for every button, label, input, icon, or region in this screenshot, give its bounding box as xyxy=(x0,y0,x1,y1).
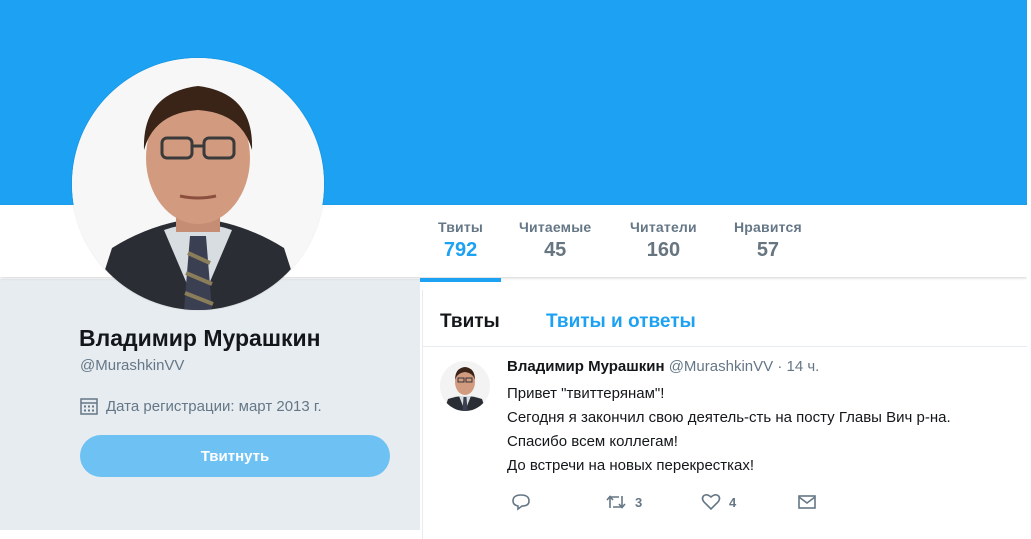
profile-handle[interactable]: @MurashkinVV xyxy=(80,357,184,374)
reply-button[interactable] xyxy=(511,493,531,511)
tweet-dot: · xyxy=(777,358,783,375)
tweet-text: Привет "твиттерянам"! Сегодня я закончил… xyxy=(507,382,951,478)
tweet-author[interactable]: Владимир Мурашкин xyxy=(507,358,665,375)
stat-tweets[interactable]: Твиты 792 xyxy=(419,219,502,282)
retweet-button[interactable]: 3 xyxy=(605,493,642,511)
profile-avatar[interactable] xyxy=(72,58,324,310)
like-icon xyxy=(701,493,721,511)
stat-following[interactable]: Читаемые 45 xyxy=(519,219,591,262)
tweet-header: Владимир Мурашкин @MurashkinVV · 14 ч. xyxy=(507,358,819,375)
tab-tweets-replies[interactable]: Твиты и ответы xyxy=(546,311,696,333)
stat-label: Читаемые xyxy=(519,219,592,235)
avatar-photo xyxy=(72,58,324,310)
tweet-line: Привет "твиттерянам"! xyxy=(507,385,665,402)
like-count: 4 xyxy=(729,494,737,510)
tweet-button[interactable]: Твитнуть xyxy=(80,435,390,477)
tweet-time[interactable]: 14 ч. xyxy=(786,358,819,375)
calendar-icon xyxy=(80,397,98,415)
retweet-icon xyxy=(605,493,627,511)
timeline: Твиты Твиты и ответы Владимир Мурашкин @… xyxy=(422,290,1028,539)
reply-icon xyxy=(511,493,531,511)
tab-tweets[interactable]: Твиты xyxy=(440,311,500,333)
stat-followers[interactable]: Читатели 160 xyxy=(630,219,697,262)
stat-label: Читатели xyxy=(630,219,697,235)
stat-label: Твиты xyxy=(438,219,484,235)
join-date: Дата регистрации: март 2013 г. xyxy=(80,397,322,415)
stat-value: 792 xyxy=(443,239,478,261)
join-date-text: Дата регистрации: март 2013 г. xyxy=(106,397,322,415)
page-edge xyxy=(1027,0,1031,539)
message-icon xyxy=(797,493,817,511)
tweet-handle[interactable]: @MurashkinVV xyxy=(669,358,773,375)
like-button[interactable]: 4 xyxy=(701,493,736,511)
timeline-divider xyxy=(423,346,1028,347)
tweet-line: Спасибо всем коллегам! xyxy=(507,433,678,450)
stat-value: 45 xyxy=(544,239,567,261)
stat-value: 57 xyxy=(756,239,780,261)
stat-value: 160 xyxy=(646,239,681,261)
tweet-line: До встречи на новых перекрестках! xyxy=(507,457,755,474)
stat-likes[interactable]: Нравится 57 xyxy=(734,219,802,262)
message-button[interactable] xyxy=(797,493,817,511)
profile-name[interactable]: Владимир Мурашкин xyxy=(79,325,321,352)
tweet-avatar[interactable] xyxy=(440,361,490,411)
retweet-count: 3 xyxy=(635,494,643,510)
tweet-line: Сегодня я закончил свою деятель-сть на п… xyxy=(507,409,951,426)
stat-label: Нравится xyxy=(734,219,802,235)
